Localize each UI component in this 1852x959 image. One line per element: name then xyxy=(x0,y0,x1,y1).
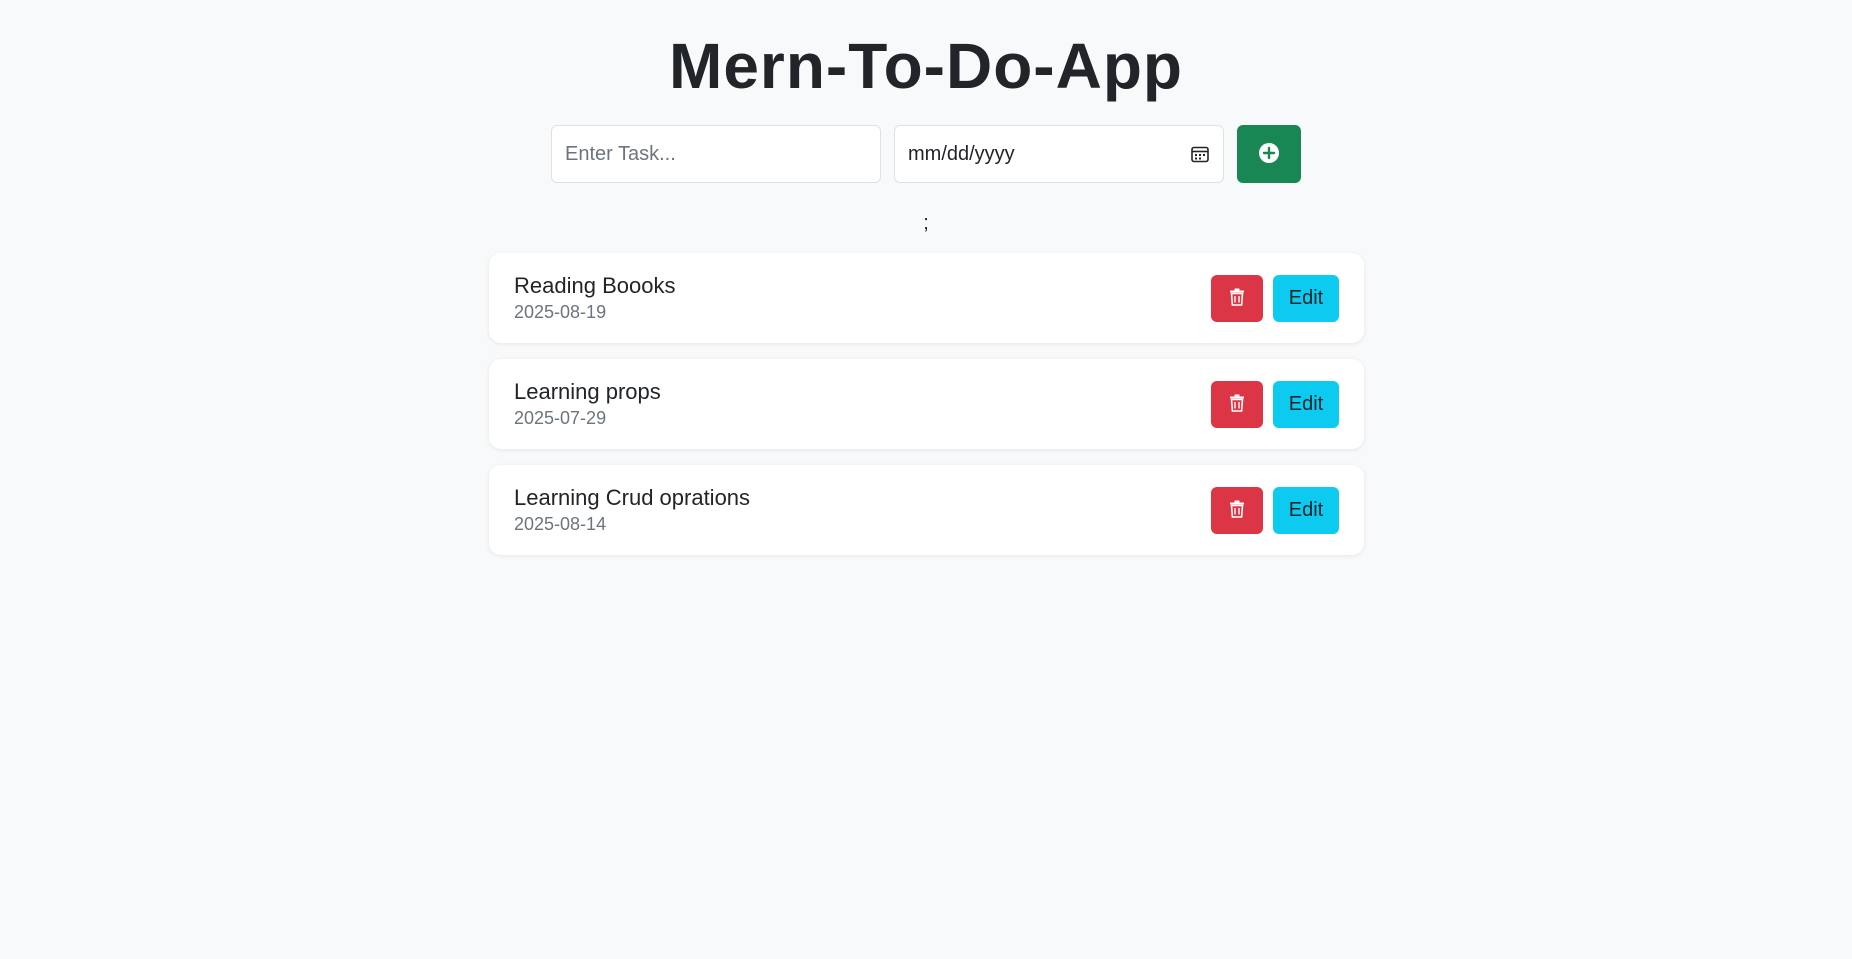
task-title: Learning Crud oprations xyxy=(514,485,751,510)
task-info: Learning props 2025-07-29 xyxy=(514,378,661,430)
task-info: Learning Crud oprations 2025-08-14 xyxy=(514,484,750,536)
edit-button[interactable]: Edit xyxy=(1273,486,1339,534)
add-task-button[interactable] xyxy=(1237,125,1301,183)
task-title: Learning props xyxy=(514,379,661,404)
task-date: 2025-08-19 xyxy=(514,302,607,322)
task-input[interactable] xyxy=(551,125,881,183)
task-list: Reading Boooks 2025-08-19 Edit Learning … xyxy=(489,253,1364,571)
task-date: 2025-07-29 xyxy=(514,408,607,428)
task-actions: Edit xyxy=(1211,274,1339,322)
date-input[interactable]: mm/dd/yyyy xyxy=(894,125,1224,183)
task-item: Reading Boooks 2025-08-19 Edit xyxy=(489,253,1364,343)
app-title: Mern-To-Do-App xyxy=(669,30,1183,102)
calendar-icon[interactable] xyxy=(1190,144,1210,164)
task-actions: Edit xyxy=(1211,486,1339,534)
delete-button[interactable] xyxy=(1211,274,1263,322)
date-placeholder: mm/dd/yyyy xyxy=(908,142,1015,165)
stray-semicolon-text: ; xyxy=(923,212,929,234)
trash-icon xyxy=(1229,500,1245,521)
edit-button[interactable]: Edit xyxy=(1273,274,1339,322)
add-task-form: mm/dd/yyyy xyxy=(551,125,1301,183)
task-actions: Edit xyxy=(1211,380,1339,428)
delete-button[interactable] xyxy=(1211,380,1263,428)
task-title: Reading Boooks xyxy=(514,273,676,298)
plus-circle-icon xyxy=(1258,142,1280,167)
task-item: Learning props 2025-07-29 Edit xyxy=(489,359,1364,449)
edit-button[interactable]: Edit xyxy=(1273,380,1339,428)
delete-button[interactable] xyxy=(1211,486,1263,534)
trash-icon xyxy=(1229,288,1245,309)
task-info: Reading Boooks 2025-08-19 xyxy=(514,272,675,324)
trash-icon xyxy=(1229,394,1245,415)
task-date: 2025-08-14 xyxy=(514,514,607,534)
task-item: Learning Crud oprations 2025-08-14 Edit xyxy=(489,465,1364,555)
